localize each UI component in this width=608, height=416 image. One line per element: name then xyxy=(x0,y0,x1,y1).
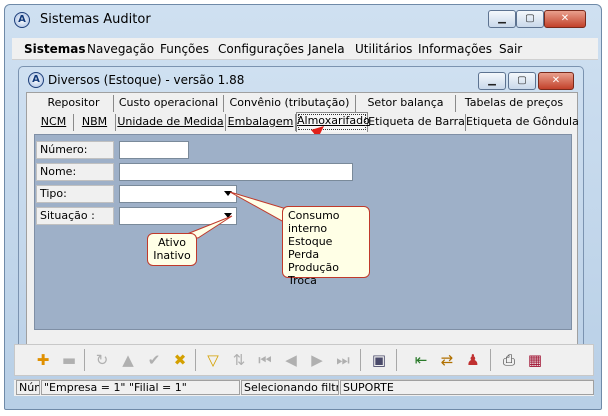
tab-ncm[interactable]: NCM xyxy=(34,114,74,131)
app-icon: A xyxy=(14,12,30,28)
menu-configuracoes[interactable]: Configurações xyxy=(218,42,304,56)
tipo-option: Produção xyxy=(288,261,339,274)
tipo-label: Tipo: xyxy=(36,185,114,203)
tab-etiqueta-gondula[interactable]: Etiqueta de Gôndula xyxy=(466,114,579,131)
maximize-icon[interactable]: ▢ xyxy=(516,10,544,28)
toolbar-separator xyxy=(360,349,361,371)
up-icon[interactable]: ▲ xyxy=(119,351,137,369)
remove-icon[interactable]: ▬ xyxy=(60,351,78,369)
tab-nbm[interactable]: NBM xyxy=(74,114,116,131)
status-panel-num: Núm xyxy=(16,380,40,395)
tipo-option: Consumo interno xyxy=(288,209,340,235)
cancel-icon[interactable]: ✖ xyxy=(171,351,189,369)
menu-utilitarios[interactable]: Utilitários xyxy=(355,42,412,56)
menu-navegacao[interactable]: Navegação xyxy=(87,42,154,56)
inner-window-title: Diversos (Estoque) - versão 1.88 xyxy=(48,73,245,87)
menu-sistemas[interactable]: Sistemas xyxy=(24,42,86,56)
first-record-icon[interactable]: ⏮ xyxy=(256,351,274,369)
refresh-icon[interactable]: ↻ xyxy=(93,351,111,369)
inner-app-icon: A xyxy=(28,72,44,88)
menu-sair[interactable]: Sair xyxy=(499,42,522,56)
window-title: Sistemas Auditor xyxy=(40,12,151,27)
tab-setor-balanca[interactable]: Setor balança xyxy=(356,95,456,112)
close-icon[interactable]: ✕ xyxy=(544,10,586,28)
calendar-icon[interactable]: ▦ xyxy=(526,351,544,369)
numero-label: Número: xyxy=(36,141,114,159)
toolbar-separator xyxy=(84,349,85,371)
situacao-option: Inativo xyxy=(153,249,191,262)
toolbar-separator xyxy=(490,349,491,371)
callout-tipo: Consumo interno Estoque Perda Produção T… xyxy=(282,206,370,287)
tab-convenio[interactable]: Convênio (tributação) xyxy=(224,95,356,112)
sort-icon[interactable]: ⇅ xyxy=(230,351,248,369)
last-record-icon[interactable]: ⏭ xyxy=(334,351,352,369)
inner-maximize-icon[interactable]: ▢ xyxy=(508,72,536,90)
prev-record-icon[interactable]: ◀ xyxy=(282,351,300,369)
status-panel-user: SUPORTE xyxy=(340,380,594,395)
menu-informacoes[interactable]: Informações xyxy=(418,42,492,56)
inner-minimize-icon[interactable]: ▁ xyxy=(478,72,506,90)
tab-unidade-medida[interactable]: Unidade de Medida xyxy=(116,114,226,131)
tipo-option: Troca xyxy=(288,274,317,287)
situacao-option: Ativo xyxy=(158,236,186,249)
menu-janela[interactable]: Janela xyxy=(308,42,345,56)
tipo-option: Estoque xyxy=(288,235,333,248)
callout-situacao: Ativo Inativo xyxy=(147,233,197,266)
tipo-option: Perda xyxy=(288,248,320,261)
menu-funcoes[interactable]: Funções xyxy=(160,42,209,56)
numero-input[interactable] xyxy=(119,141,189,159)
status-panel-filtro: Selecionando filtro xyxy=(241,380,339,395)
minimize-icon[interactable]: ▁ xyxy=(488,10,516,28)
add-icon[interactable]: ✚ xyxy=(34,351,52,369)
next-record-icon[interactable]: ▶ xyxy=(308,351,326,369)
filter-icon[interactable]: ▽ xyxy=(204,351,222,369)
window-controls: ▁ ▢ ✕ xyxy=(488,10,588,28)
export-icon[interactable]: ⇄ xyxy=(438,351,456,369)
inner-window-controls: ▁ ▢ ✕ xyxy=(478,72,574,90)
toolbar-separator xyxy=(396,349,397,371)
windows-icon[interactable]: ▣ xyxy=(370,351,388,369)
tab-etiqueta-barra[interactable]: Etiqueta de Barra xyxy=(368,114,466,131)
tab-tabelas-precos[interactable]: Tabelas de preços xyxy=(456,95,572,112)
tipo-select[interactable] xyxy=(119,185,237,203)
user-icon[interactable]: ♟ xyxy=(464,351,482,369)
confirm-icon[interactable]: ✔ xyxy=(145,351,163,369)
print-icon[interactable]: ⎙ xyxy=(500,351,518,369)
import-icon[interactable]: ⇤ xyxy=(412,351,430,369)
toolbar-separator xyxy=(195,349,196,371)
nome-label: Nome: xyxy=(36,163,114,181)
status-panel-empresa: "Empresa = 1" "Filial = 1" xyxy=(41,380,240,395)
situacao-label: Situação : xyxy=(36,207,114,225)
nome-input[interactable] xyxy=(119,163,353,181)
tab-custo-operacional[interactable]: Custo operacional xyxy=(114,95,224,112)
inner-close-icon[interactable]: ✕ xyxy=(538,72,574,90)
tab-repositor[interactable]: Repositor xyxy=(34,95,114,112)
